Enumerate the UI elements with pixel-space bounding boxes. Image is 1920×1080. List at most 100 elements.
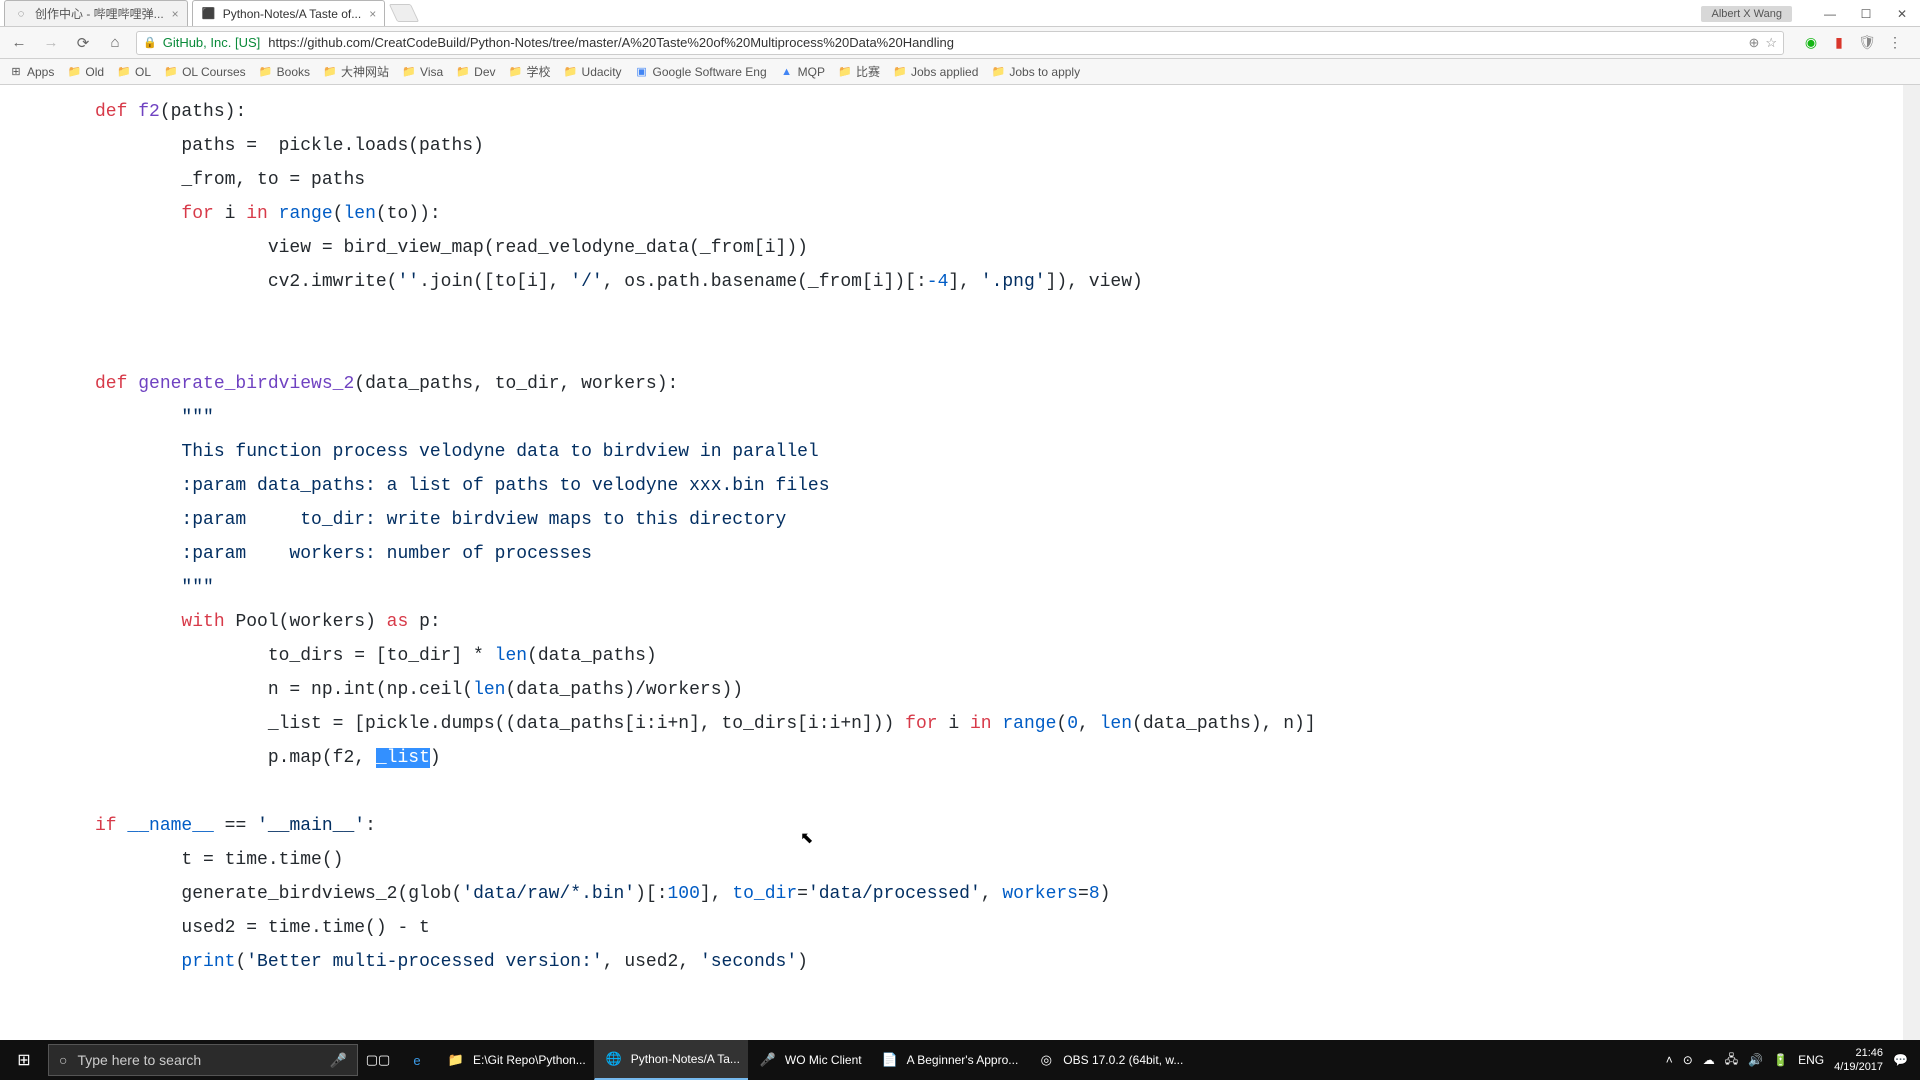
bookmark-label: 比赛 xyxy=(856,63,880,80)
code-viewer[interactable]: def f2(paths): paths = pickle.loads(path… xyxy=(95,95,1740,1010)
tab2-close-icon[interactable]: × xyxy=(369,7,376,21)
bookmark-visa[interactable]: 📁Visa xyxy=(401,64,443,80)
bookmark-label: Google Software Eng xyxy=(653,65,767,79)
system-tray: ˄ ⊙ ☁ 🖧 🔊 🔋 ENG 21:46 4/19/2017 💬 xyxy=(1666,1046,1920,1074)
browser-tab-2[interactable]: ⬛ Python-Notes/A Taste of... × xyxy=(192,0,386,26)
secure-lock-icon: 🔒 xyxy=(143,36,157,49)
minimize-button[interactable]: — xyxy=(1812,0,1848,27)
user-badge[interactable]: Albert X Wang xyxy=(1701,6,1792,22)
bookmark-school[interactable]: 📁学校 xyxy=(508,63,551,80)
tray-location-icon[interactable]: ⊙ xyxy=(1683,1053,1693,1067)
bookmark-dashen[interactable]: 📁大神网站 xyxy=(322,63,389,80)
bookmark-books[interactable]: 📁Books xyxy=(258,64,310,80)
bookmark-ol-courses[interactable]: 📁OL Courses xyxy=(163,64,246,80)
bookmark-label: Udacity xyxy=(582,65,622,79)
tab1-close-icon[interactable]: × xyxy=(172,7,179,21)
omnibox[interactable]: 🔒 GitHub, Inc. [US] https://github.com/C… xyxy=(136,31,1784,55)
tray-battery-icon[interactable]: 🔋 xyxy=(1773,1053,1788,1067)
mic-icon[interactable]: 🎤 xyxy=(330,1052,347,1069)
browser-tab-1[interactable]: ◌ 创作中心 - 哔哩哔哩弹... × xyxy=(4,0,188,26)
bookmark-label: OL Courses xyxy=(182,65,246,79)
code-block: def f2(paths): paths = pickle.loads(path… xyxy=(95,95,1740,979)
taskbar-label: WO Mic Client xyxy=(785,1053,862,1067)
task-view-button[interactable]: ▢▢ xyxy=(358,1040,397,1080)
task-view-icon: ▢▢ xyxy=(367,1049,389,1071)
tray-network-icon[interactable]: 🖧 xyxy=(1725,1050,1738,1071)
vertical-scrollbar[interactable] xyxy=(1903,85,1920,1040)
tray-clock[interactable]: 21:46 4/19/2017 xyxy=(1834,1046,1883,1074)
drive-icon: ▲ xyxy=(779,64,795,80)
extension-icon-3[interactable]: 🛡 xyxy=(1858,34,1876,52)
taskbar-womic[interactable]: 🎤 WO Mic Client xyxy=(748,1040,870,1080)
taskbar-label: OBS 17.0.2 (64bit, w... xyxy=(1063,1053,1183,1067)
bookmark-google-se[interactable]: ▣Google Software Eng xyxy=(634,64,767,80)
zoom-icon[interactable]: ⊕ xyxy=(1748,35,1759,51)
bookmark-mqp[interactable]: ▲MQP xyxy=(779,64,825,80)
bookmark-label: OL xyxy=(135,65,151,79)
bookmark-label: Visa xyxy=(420,65,443,79)
taskbar-doc[interactable]: 📄 A Beginner's Appro... xyxy=(870,1040,1027,1080)
mic-app-icon: 🎤 xyxy=(757,1049,779,1071)
tab2-title: Python-Notes/A Taste of... xyxy=(223,7,362,21)
folder-icon: 📁 xyxy=(66,64,82,80)
address-bar: ← → ⟳ ⌂ 🔒 GitHub, Inc. [US] https://gith… xyxy=(0,27,1920,59)
secure-origin-label: GitHub, Inc. [US] xyxy=(163,35,261,50)
bookmark-udacity[interactable]: 📁Udacity xyxy=(563,64,622,80)
search-placeholder: Type here to search xyxy=(77,1052,201,1068)
tab2-favicon: ⬛ xyxy=(201,6,217,22)
folder-icon: 📁 xyxy=(163,64,179,80)
forward-button[interactable]: → xyxy=(40,32,62,54)
tray-volume-icon[interactable]: 🔊 xyxy=(1748,1053,1763,1067)
start-button[interactable]: ⊞ xyxy=(0,1040,48,1080)
bookmark-dev[interactable]: 📁Dev xyxy=(455,64,495,80)
extension-icon-2[interactable]: ▮ xyxy=(1830,34,1848,52)
mouse-cursor-icon: ⬉ xyxy=(800,828,813,848)
bookmark-old[interactable]: 📁Old xyxy=(66,64,104,80)
new-tab-button[interactable] xyxy=(389,4,419,22)
tray-notifications-icon[interactable]: 💬 xyxy=(1893,1053,1908,1067)
folder-icon: 📁 xyxy=(892,64,908,80)
bookmark-jobs-applied[interactable]: 📁Jobs applied xyxy=(892,64,978,80)
taskbar-explorer[interactable]: 📁E:\Git Repo\Python... xyxy=(436,1040,594,1080)
folder-icon: 📁 xyxy=(445,1049,467,1071)
bookmark-label: Jobs applied xyxy=(911,65,978,79)
bookmark-jobs-to-apply[interactable]: 📁Jobs to apply xyxy=(990,64,1080,80)
bookmarks-bar: ⊞Apps 📁Old 📁OL 📁OL Courses 📁Books 📁大神网站 … xyxy=(0,59,1920,85)
bookmark-label: Books xyxy=(277,65,310,79)
folder-icon: 📁 xyxy=(990,64,1006,80)
bookmark-star-icon[interactable]: ☆ xyxy=(1765,35,1777,51)
tray-time: 21:46 xyxy=(1834,1046,1883,1060)
bookmark-bisai[interactable]: 📁比赛 xyxy=(837,63,880,80)
folder-icon: 📁 xyxy=(563,64,579,80)
home-button[interactable]: ⌂ xyxy=(104,32,126,54)
folder-icon: 📁 xyxy=(322,64,338,80)
folder-icon: 📁 xyxy=(401,64,417,80)
url-text: https://github.com/CreatCodeBuild/Python… xyxy=(268,35,1748,50)
chrome-icon: 🌐 xyxy=(603,1048,625,1070)
maximize-button[interactable]: ☐ xyxy=(1848,0,1884,27)
taskbar-search[interactable]: ○ Type here to search 🎤 xyxy=(48,1044,358,1076)
taskbar-chrome[interactable]: 🌐 Python-Notes/A Ta... xyxy=(594,1040,748,1080)
reload-button[interactable]: ⟳ xyxy=(72,32,94,54)
titlebar: ◌ 创作中心 - 哔哩哔哩弹... × ⬛ Python-Notes/A Tas… xyxy=(0,0,1920,27)
bookmark-label: Jobs to apply xyxy=(1009,65,1080,79)
taskbar-obs[interactable]: ◎ OBS 17.0.2 (64bit, w... xyxy=(1026,1040,1191,1080)
selected-text: _list xyxy=(376,748,430,768)
extension-icon-1[interactable]: ◉ xyxy=(1802,34,1820,52)
chrome-menu-icon[interactable]: ⋮ xyxy=(1886,34,1904,52)
doc-icon: 📄 xyxy=(879,1049,901,1071)
bookmark-label: Old xyxy=(85,65,104,79)
taskbar-label: Python-Notes/A Ta... xyxy=(631,1052,740,1066)
taskbar-label: A Beginner's Appro... xyxy=(907,1053,1019,1067)
close-window-button[interactable]: ✕ xyxy=(1884,0,1920,27)
bookmark-ol[interactable]: 📁OL xyxy=(116,64,151,80)
apps-button[interactable]: ⊞Apps xyxy=(8,64,54,80)
tray-chevron-up-icon[interactable]: ˄ xyxy=(1666,1053,1673,1067)
taskbar-edge[interactable]: e xyxy=(397,1040,436,1080)
obs-icon: ◎ xyxy=(1035,1049,1057,1071)
back-button[interactable]: ← xyxy=(8,32,30,54)
page-content: def f2(paths): paths = pickle.loads(path… xyxy=(0,85,1920,1040)
folder-icon: 📁 xyxy=(837,64,853,80)
tray-cloud-icon[interactable]: ☁ xyxy=(1703,1053,1715,1067)
tray-language[interactable]: ENG xyxy=(1798,1053,1824,1067)
